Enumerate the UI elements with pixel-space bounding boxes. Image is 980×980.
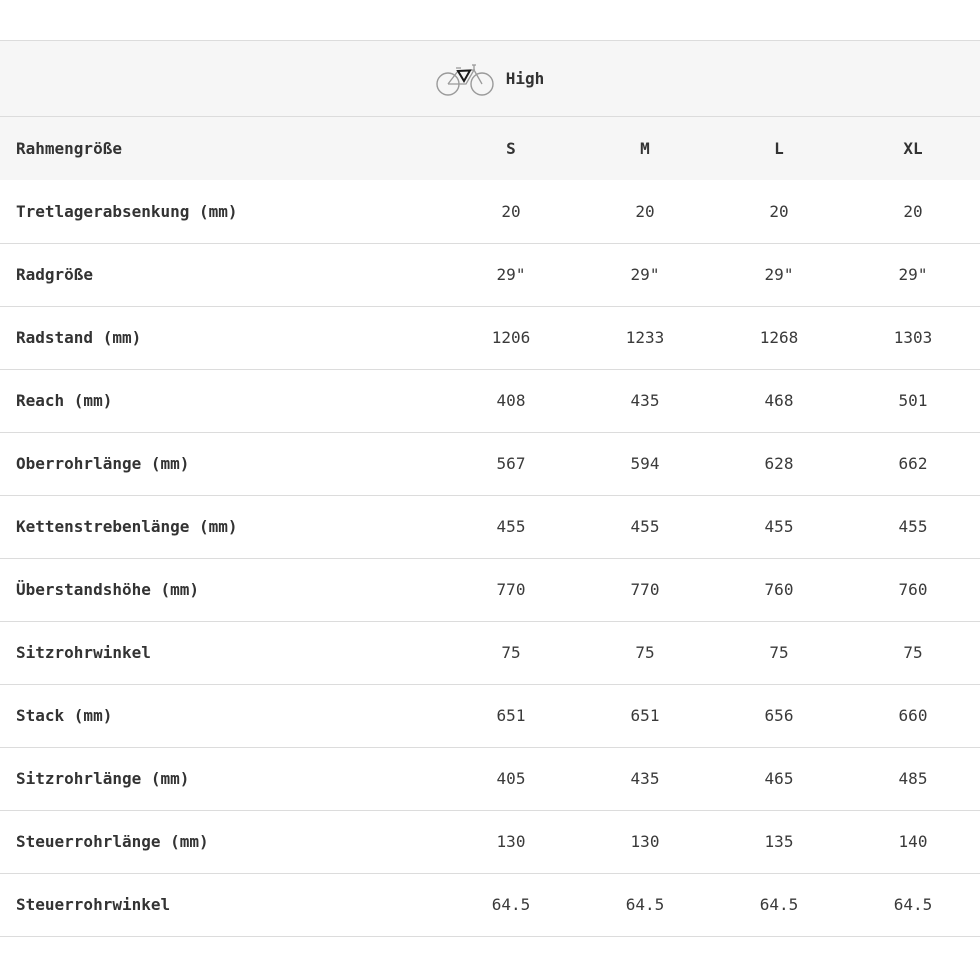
cell-value: 140 <box>898 832 928 851</box>
cell-value: 1303 <box>893 328 933 347</box>
cell-value: 567 <box>496 454 526 473</box>
row-label: Steuerrohrlänge (mm) <box>16 832 209 851</box>
cell-value: 20 <box>903 201 923 221</box>
cell-value: 651 <box>496 706 526 725</box>
cell-value: 662 <box>898 454 928 473</box>
cell-value: 20 <box>501 201 521 221</box>
size-header-s: S <box>506 139 516 158</box>
row-label: Oberrohrlänge (mm) <box>16 454 190 473</box>
table-row: Tretlagerabsenkung (mm) 20 20 20 20 <box>0 180 980 243</box>
road-bike-icon <box>436 63 494 96</box>
table-row: Sitzrohrlänge (mm) 405 435 465 485 <box>0 747 980 810</box>
cell-value: 29" <box>496 265 526 284</box>
cell-value: 135 <box>764 832 794 851</box>
table-row: Stack (mm) 651 651 656 660 <box>0 684 980 747</box>
table-row: Steuerrohrlänge (mm) 130 130 135 140 <box>0 810 980 873</box>
cell-value: 64.5 <box>491 895 531 914</box>
size-header-label: Rahmengröße <box>16 139 122 158</box>
cell-value: 75 <box>501 643 521 662</box>
cell-value: 660 <box>898 706 928 725</box>
size-header-xl: XL <box>903 139 923 158</box>
geometry-table-panel: High Rahmengröße S M L XL Tretlagerabsen… <box>0 0 980 980</box>
row-label: Kettenstrebenlänge (mm) <box>16 517 238 536</box>
table-row: Oberrohrlänge (mm) 567 594 628 662 <box>0 432 980 495</box>
size-header-row: Rahmengröße S M L XL <box>0 117 980 180</box>
cell-value: 408 <box>496 391 526 410</box>
cell-value: 455 <box>630 517 660 536</box>
cell-value: 501 <box>898 391 928 410</box>
cell-value: 594 <box>630 454 660 473</box>
cell-value: 75 <box>903 643 923 662</box>
cell-value: 485 <box>898 769 928 788</box>
cell-value: 75 <box>635 643 655 662</box>
table-row: Radstand (mm) 1206 1233 1268 1303 <box>0 306 980 369</box>
cell-value: 455 <box>898 517 928 536</box>
row-label: Überstandshöhe (mm) <box>16 580 200 599</box>
cell-value: 29" <box>630 265 660 284</box>
table-row: Radgröße 29" 29" 29" 29" <box>0 243 980 306</box>
cell-value: 20 <box>635 201 655 221</box>
cell-value: 1206 <box>491 328 531 347</box>
cell-value: 64.5 <box>625 895 665 914</box>
cell-value: 29" <box>764 265 794 284</box>
cell-value: 405 <box>496 769 526 788</box>
table-row: Überstandshöhe (mm) 770 770 760 760 <box>0 558 980 621</box>
cell-value: 651 <box>630 706 660 725</box>
cell-value: 130 <box>496 832 526 851</box>
table-row: Steuerrohrwinkel 64.5 64.5 64.5 64.5 <box>0 873 980 936</box>
cell-value: 435 <box>630 391 660 410</box>
row-label: Radstand (mm) <box>16 328 142 347</box>
row-label: Sitzrohrlänge (mm) <box>16 769 190 788</box>
table-row: Reach (mm) 408 435 468 501 <box>0 369 980 432</box>
row-label: Steuerrohrwinkel <box>16 895 171 914</box>
cell-value: 64.5 <box>759 895 799 914</box>
cell-value: 29" <box>898 265 928 284</box>
row-label: Reach (mm) <box>16 391 113 410</box>
size-header-l: L <box>774 139 784 158</box>
cell-value: 130 <box>630 832 660 851</box>
cell-value: 455 <box>764 517 794 536</box>
table-row: Kettenstrebenlänge (mm) 455 455 455 455 <box>0 495 980 558</box>
cell-value: 656 <box>764 706 794 725</box>
cell-value: 64.5 <box>893 895 933 914</box>
geometry-table: Rahmengröße S M L XL Tretlagerabsenkung … <box>0 117 980 937</box>
row-label: Radgröße <box>16 265 94 284</box>
cell-value: 760 <box>764 580 794 599</box>
row-label: Tretlagerabsenkung (mm) <box>16 201 238 221</box>
cell-value: 1233 <box>625 328 665 347</box>
cell-value: 75 <box>769 643 789 662</box>
cell-value: 760 <box>898 580 928 599</box>
cell-value: 628 <box>764 454 794 473</box>
variant-header: High <box>0 41 980 117</box>
cell-value: 468 <box>764 391 794 410</box>
row-label: Stack (mm) <box>16 706 113 725</box>
cell-value: 435 <box>630 769 660 788</box>
cell-value: 770 <box>496 580 526 599</box>
cell-value: 20 <box>769 201 789 221</box>
table-row: Sitzrohrwinkel 75 75 75 75 <box>0 621 980 684</box>
cell-value: 770 <box>630 580 660 599</box>
cell-value: 455 <box>496 517 526 536</box>
row-label: Sitzrohrwinkel <box>16 643 151 662</box>
cell-value: 465 <box>764 769 794 788</box>
size-header-m: M <box>640 139 650 158</box>
variant-label: High <box>505 69 545 88</box>
cell-value: 1268 <box>759 328 799 347</box>
